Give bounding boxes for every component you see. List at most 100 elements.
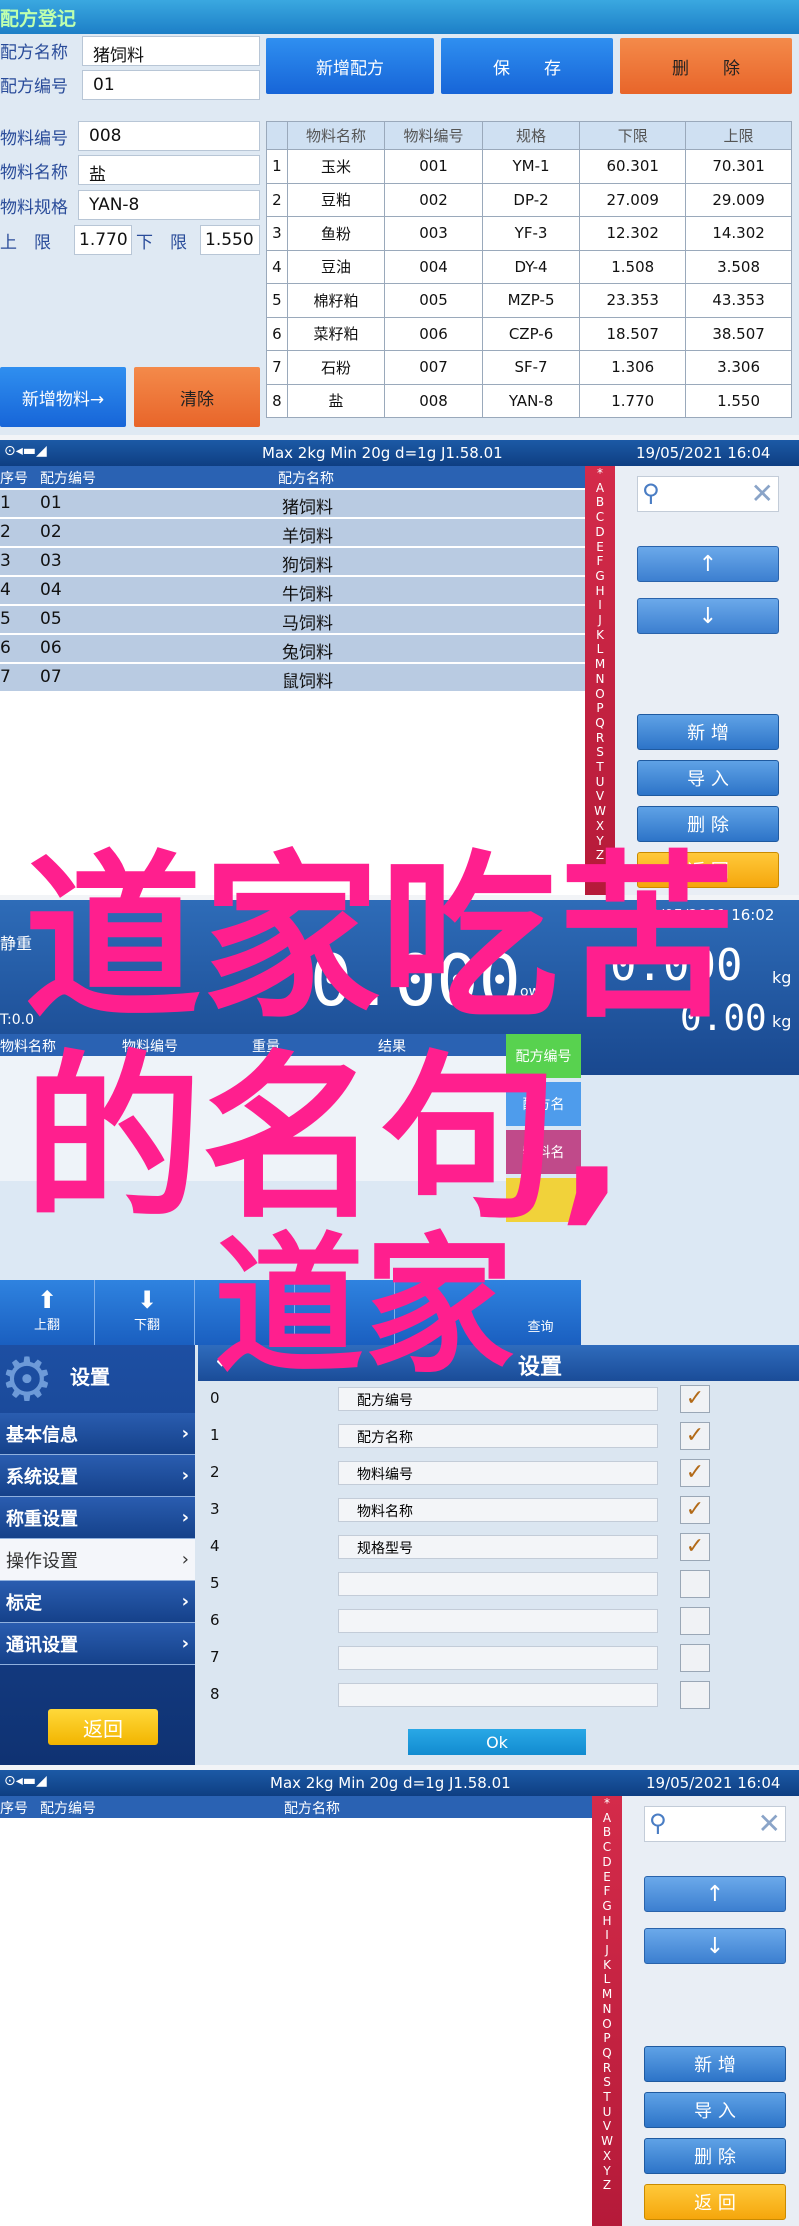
table-row[interactable]: 5 棉籽粕 005 MZP-5 23.353 43.353	[266, 283, 792, 318]
alphabet-letter[interactable]: M	[592, 1987, 622, 2002]
alphabet-letter[interactable]: Q	[585, 716, 615, 731]
import-button[interactable]: 导 入	[644, 2092, 786, 2128]
setting-field[interactable]: 物料名称	[338, 1498, 658, 1522]
list-item[interactable]: 5 05 马饲料	[0, 606, 585, 634]
alphabet-letter[interactable]: E	[592, 1870, 622, 1885]
alphabet-letter[interactable]: N	[585, 672, 615, 687]
alphabet-letter[interactable]: J	[592, 1943, 622, 1958]
table-row[interactable]: 1 玉米 001 YM-1 60.301 70.301	[266, 149, 792, 184]
setting-checkbox[interactable]	[680, 1570, 710, 1598]
alphabet-letter[interactable]: L	[592, 1972, 622, 1987]
save-button[interactable]: 保 存	[441, 38, 613, 94]
table-row[interactable]: 8 盐 008 YAN-8 1.770 1.550	[266, 383, 792, 418]
alphabet-letter[interactable]: X	[585, 819, 615, 834]
alphabet-index[interactable]: * A B C D E F G H I J K L M N O P Q R S T U V W X Y Z	[585, 466, 615, 895]
alphabet-letter[interactable]: H	[585, 584, 615, 599]
delete-button[interactable]: 删 除	[644, 2138, 786, 2174]
new-recipe-button[interactable]: 新增配方	[266, 38, 434, 94]
search-input[interactable]: ⚲ ✕	[637, 476, 779, 512]
material-name-field[interactable]: 盐	[78, 155, 260, 185]
setting-checkbox[interactable]	[680, 1644, 710, 1672]
ok-button[interactable]: Ok	[408, 1729, 586, 1755]
alphabet-letter[interactable]: T	[592, 2090, 622, 2105]
add-button[interactable]: 新 增	[637, 714, 779, 750]
alphabet-letter[interactable]: X	[592, 2149, 622, 2164]
material-code-field[interactable]: 008	[78, 121, 260, 151]
alphabet-letter[interactable]: M	[585, 657, 615, 672]
settings-nav-item[interactable]: 基本信息 ›	[0, 1413, 195, 1455]
alphabet-letter[interactable]: R	[592, 2061, 622, 2076]
setting-checkbox[interactable]: ✓	[680, 1422, 710, 1450]
setting-field[interactable]: 规格型号	[338, 1535, 658, 1559]
search-input[interactable]: ⚲ ✕	[644, 1806, 786, 1842]
alphabet-letter[interactable]: A	[585, 481, 615, 496]
recipe-name-field[interactable]: 猪饲料	[82, 36, 260, 66]
setting-checkbox[interactable]: ✓	[680, 1385, 710, 1413]
alphabet-letter[interactable]: S	[592, 2075, 622, 2090]
alphabet-letter[interactable]: F	[592, 1884, 622, 1899]
alphabet-letter[interactable]: A	[592, 1811, 622, 1826]
alphabet-letter[interactable]: *	[592, 1796, 622, 1811]
setting-field[interactable]: 配方名称	[338, 1424, 658, 1448]
list-item[interactable]: 3 03 狗饲料	[0, 548, 585, 576]
alphabet-letter[interactable]: C	[585, 510, 615, 525]
back-button[interactable]: 返 回	[644, 2184, 786, 2220]
alphabet-letter[interactable]: F	[585, 554, 615, 569]
material-spec-field[interactable]: YAN-8	[78, 190, 260, 220]
setting-field[interactable]: 物料编号	[338, 1461, 658, 1485]
setting-checkbox[interactable]	[680, 1681, 710, 1709]
alphabet-letter[interactable]: U	[585, 775, 615, 790]
alphabet-letter[interactable]: *	[585, 466, 615, 481]
delete-button[interactable]: 删 除	[620, 38, 792, 94]
alphabet-letter[interactable]: B	[585, 495, 615, 510]
setting-field[interactable]	[338, 1609, 658, 1633]
setting-checkbox[interactable]: ✓	[680, 1533, 710, 1561]
list-item[interactable]: 2 02 羊饲料	[0, 519, 585, 547]
alphabet-letter[interactable]: V	[585, 789, 615, 804]
new-material-button[interactable]: 新增物料→	[0, 367, 126, 427]
alphabet-letter[interactable]: H	[592, 1914, 622, 1929]
scroll-down-button[interactable]: ↓	[637, 598, 779, 634]
setting-checkbox[interactable]: ✓	[680, 1496, 710, 1524]
clear-button[interactable]: 清除	[134, 367, 260, 427]
back-button[interactable]: 返回	[48, 1709, 158, 1745]
settings-nav-item[interactable]: 称重设置 ›	[0, 1497, 195, 1539]
close-icon[interactable]: ✕	[758, 1807, 781, 1840]
list-item[interactable]: 7 07 鼠饲料	[0, 664, 585, 692]
alphabet-letter[interactable]: B	[592, 1825, 622, 1840]
alphabet-letter[interactable]: I	[592, 1928, 622, 1943]
table-row[interactable]: 2 豆粕 002 DP-2 27.009 29.009	[266, 182, 792, 217]
upper-limit-field[interactable]: 1.770	[74, 225, 132, 255]
alphabet-letter[interactable]: K	[585, 628, 615, 643]
scroll-up-button[interactable]: ↑	[644, 1876, 786, 1912]
list-item[interactable]: 1 01 猪饲料	[0, 490, 585, 518]
lower-limit-field[interactable]: 1.550	[200, 225, 260, 255]
page-up-button[interactable]: ⬆ 上翻	[0, 1280, 95, 1345]
alphabet-letter[interactable]: O	[585, 687, 615, 702]
settings-nav-item[interactable]: 操作设置 ›	[0, 1539, 195, 1581]
table-row[interactable]: 3 鱼粉 003 YF-3 12.302 14.302	[266, 216, 792, 251]
alphabet-letter[interactable]: K	[592, 1958, 622, 1973]
setting-checkbox[interactable]: ✓	[680, 1459, 710, 1487]
settings-nav-item[interactable]: 标定 ›	[0, 1581, 195, 1623]
settings-nav-item[interactable]: 通讯设置 ›	[0, 1623, 195, 1665]
alphabet-letter[interactable]: V	[592, 2119, 622, 2134]
recipe-code-field[interactable]: 01	[82, 70, 260, 100]
alphabet-letter[interactable]: U	[592, 2105, 622, 2120]
settings-nav-item[interactable]: 系统设置 ›	[0, 1455, 195, 1497]
alphabet-index[interactable]: * A B C D E F G H I J K L M N O P Q R S T U V W X Y Z	[592, 1796, 622, 2226]
table-row[interactable]: 6 菜籽粕 006 CZP-6 18.507 38.507	[266, 316, 792, 351]
alphabet-letter[interactable]: I	[585, 598, 615, 613]
setting-field[interactable]	[338, 1572, 658, 1596]
alphabet-letter[interactable]: G	[585, 569, 615, 584]
alphabet-letter[interactable]: S	[585, 745, 615, 760]
alphabet-letter[interactable]: P	[592, 2031, 622, 2046]
alphabet-letter[interactable]: W	[585, 804, 615, 819]
alphabet-letter[interactable]: W	[592, 2134, 622, 2149]
scroll-down-button[interactable]: ↓	[644, 1928, 786, 1964]
alphabet-letter[interactable]: N	[592, 2002, 622, 2017]
alphabet-letter[interactable]: R	[585, 731, 615, 746]
alphabet-letter[interactable]: Z	[592, 2178, 622, 2193]
alphabet-letter[interactable]: D	[592, 1855, 622, 1870]
setting-field[interactable]	[338, 1646, 658, 1670]
